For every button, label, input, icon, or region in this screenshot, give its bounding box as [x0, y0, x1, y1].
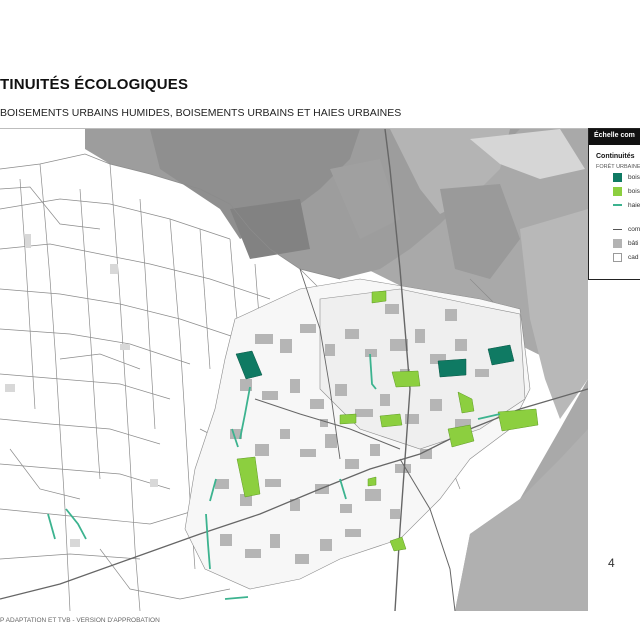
legend-scale-label: Échelle com	[589, 129, 640, 145]
legend-group-label: FORÊT URBAINE	[596, 164, 640, 170]
woodland-swatch-icon	[613, 186, 622, 196]
woodland-patch	[371, 290, 387, 304]
legend-item: haie	[613, 198, 640, 212]
legend-section-title: Continuités	[596, 153, 635, 160]
legend-item-label: bois	[628, 187, 640, 195]
woodland-patch	[339, 413, 357, 425]
legend-item: com	[613, 222, 640, 236]
hedge-line-icon	[613, 204, 622, 206]
page-title: TINUITÉS ÉCOLOGIQUES	[0, 76, 189, 93]
legend-item: bâti	[613, 236, 640, 250]
boundary-line-icon	[613, 228, 622, 230]
wet-woodland-swatch-icon	[613, 172, 622, 182]
woodland-patch	[379, 413, 403, 428]
page-subtitle: BOISEMENTS URBAINS HUMIDES, BOISEMENTS U…	[0, 107, 402, 119]
legend-item: cad	[613, 250, 640, 264]
legend-item-label: bâti	[628, 239, 639, 247]
legend-item-label: haie	[628, 201, 640, 209]
map-canvas	[0, 129, 588, 611]
woodland-patch	[391, 370, 421, 388]
woodland-patch	[497, 408, 539, 432]
map-view[interactable]	[0, 128, 588, 611]
cadastre-swatch-icon	[613, 252, 622, 262]
page-footer: P ADAPTATION ET TVB - VERSION D'APPROBAT…	[0, 617, 160, 624]
legend-item-label: cad	[628, 253, 639, 261]
legend-item: bois	[613, 170, 640, 184]
map-legend: Échelle com Continuités FORÊT URBAINE bo…	[588, 128, 640, 280]
legend-item-label: com	[628, 225, 640, 233]
wet-woodland-patch	[437, 358, 467, 378]
page-number: 4	[608, 556, 615, 570]
legend-item-label: bois	[628, 173, 640, 181]
building-swatch-icon	[613, 238, 622, 248]
legend-item: bois	[613, 184, 640, 198]
